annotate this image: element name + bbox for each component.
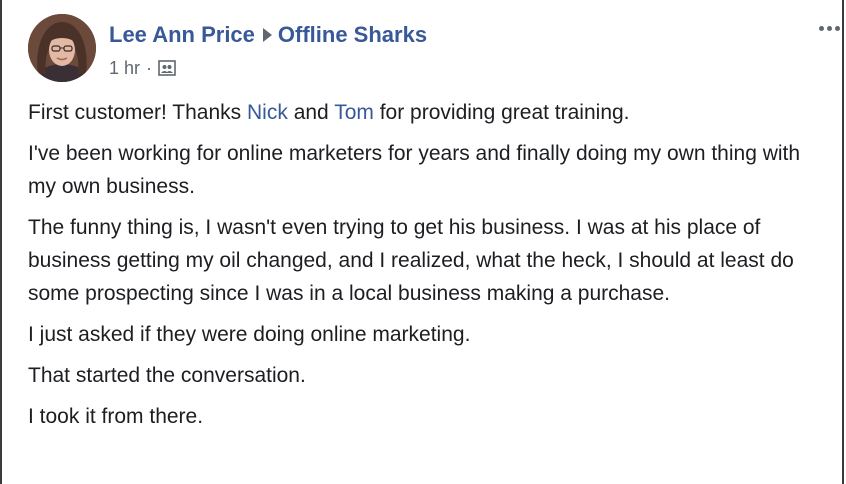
mention-link[interactable]: Tom (334, 101, 374, 124)
post-timestamp[interactable]: 1 hr (109, 58, 140, 79)
author-name[interactable]: Lee Ann Price (109, 22, 255, 48)
post-body: First customer! Thanks Nick and Tom for … (28, 96, 823, 441)
post-card: Lee Ann Price Offline Sharks 1 hr · Firs… (0, 0, 844, 484)
group-audience-icon[interactable] (158, 59, 176, 77)
more-options-icon[interactable] (812, 18, 846, 38)
mention-link[interactable]: Nick (247, 101, 288, 124)
post-meta: 1 hr · (109, 55, 176, 81)
caret-right-icon (262, 28, 272, 42)
post-paragraph: I took it from there. (28, 405, 204, 428)
post-paragraph: I just asked if they were doing online m… (28, 323, 471, 346)
avatar-image (28, 14, 96, 82)
post-paragraph: The funny thing is, I wasn't even trying… (28, 216, 794, 305)
avatar[interactable] (28, 14, 96, 82)
post-paragraph: First customer! Thanks Nick and Tom for … (28, 96, 823, 129)
post-paragraph: That started the conversation. (28, 364, 306, 387)
post-header: Lee Ann Price Offline Sharks (109, 20, 427, 50)
more-dot (818, 25, 824, 31)
more-dot (826, 25, 832, 31)
meta-separator: · (146, 57, 153, 78)
post-paragraph: I've been working for online marketers f… (28, 142, 801, 198)
paragraph-text: First customer! Thanks (28, 101, 248, 124)
group-name[interactable]: Offline Sharks (278, 22, 427, 48)
paragraph-text: and (287, 101, 335, 124)
paragraph-text: for providing great training. (373, 101, 630, 124)
more-dot (834, 25, 840, 31)
